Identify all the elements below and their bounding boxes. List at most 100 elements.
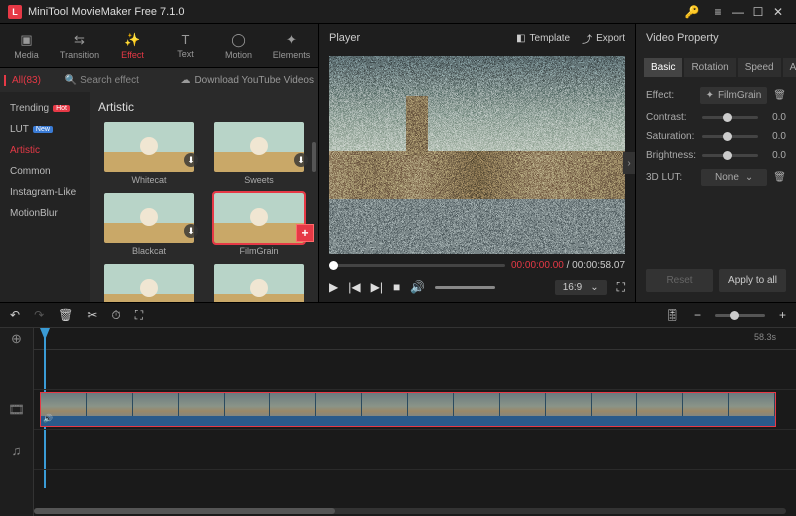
export-button[interactable]: ⤴Export [582,31,625,46]
player-header: Player ◧Template ⤴Export [319,24,635,52]
brightness-slider[interactable] [702,154,758,157]
tab-elements[interactable]: ✦Elements [265,24,318,67]
tab-speed[interactable]: Speed [738,58,781,77]
timeline-toolbar: ↶ ↷ 🗑 ✂ ⏱ ⛶ 🎚 − + [0,302,796,328]
chevron-down-icon: ⌄ [745,172,753,183]
cat-instagram[interactable]: Instagram-Like [0,182,90,203]
volume-icon[interactable]: 🔊 [410,280,425,294]
crop-button[interactable]: ⛶ [135,308,143,323]
cat-trending[interactable]: TrendingHot [0,98,90,119]
property-tabs: Basic Rotation Speed Audio [636,52,796,83]
fullscreen-button[interactable]: ⛶ [617,280,625,295]
overlay-track-icon[interactable] [0,350,33,390]
tab-basic[interactable]: Basic [644,58,682,77]
play-button[interactable]: ▶ [329,280,338,294]
audio-track[interactable] [34,430,796,470]
prev-frame-button[interactable]: |◀ [348,280,360,294]
effect-thumb[interactable]: ⬇Sweets [208,122,310,185]
cat-lut[interactable]: LUTNew [0,119,90,140]
download-icon[interactable]: ⬇ [294,153,308,167]
stop-button[interactable]: ■ [393,280,400,294]
lut-select[interactable]: None⌄ [701,169,767,186]
tab-motion[interactable]: ◯Motion [212,24,265,67]
add-icon[interactable]: + [296,224,314,242]
template-icon: ◧ [516,33,525,44]
cat-motionblur[interactable]: MotionBlur [0,203,90,224]
reset-button[interactable]: Reset [646,269,713,292]
zoom-in-button[interactable]: + [779,308,786,322]
timeline-ruler[interactable]: 58.3s [34,328,796,350]
tab-text[interactable]: TText [159,24,212,67]
zoom-out-button[interactable]: − [694,308,701,322]
aspect-select[interactable]: 16:9⌄ [555,280,607,295]
effect-thumb[interactable]: OldFilm [98,264,200,302]
all-filter[interactable]: All(83) [4,75,41,86]
apply-all-button[interactable]: Apply to all [719,269,786,292]
expand-right-icon[interactable]: › [623,152,635,174]
redo-button[interactable]: ↷ [34,308,44,322]
effect-thumb[interactable]: OldPhoto [208,264,310,302]
effect-chip[interactable]: ✦FilmGrain [700,87,768,104]
download-icon[interactable]: ⬇ [184,153,198,167]
main-toolbar: ▣Media ⇆Transition ✨Effect TText ◯Motion… [0,24,318,68]
template-button[interactable]: ◧Template [516,33,570,44]
tab-effect[interactable]: ✨Effect [106,24,159,67]
cat-artistic[interactable]: Artistic [0,140,90,161]
maximize-button[interactable]: ☐ [748,2,768,22]
video-track-icon[interactable]: 🎞 [0,390,33,430]
search-input[interactable]: 🔍 Search effect [65,75,139,86]
motion-icon: ◯ [231,32,246,48]
contrast-value: 0.0 [764,112,786,123]
undo-button[interactable]: ↶ [10,308,20,322]
gallery-scrollbar[interactable] [312,142,316,172]
tab-rotation[interactable]: Rotation [684,58,735,77]
audio-track-icon[interactable]: ♫ [0,430,33,470]
cat-common[interactable]: Common [0,161,90,182]
player-title: Player [329,32,360,44]
delete-button[interactable]: 🗑 [58,308,73,322]
clip-audio-lane [41,416,775,426]
split-button[interactable]: ✂ [87,308,97,322]
player-controls: ▶ |◀ ▶| ■ 🔊 16:9⌄ ⛶ [319,272,635,302]
transition-icon: ⇆ [74,32,85,48]
contrast-slider[interactable] [702,116,758,119]
effect-gallery: Artistic ⬇Whitecat ⬇Sweets ⬇Blackcat +Fi… [90,92,318,302]
audio-toggle-icon[interactable]: 🎚 [665,308,680,322]
zoom-slider[interactable] [715,314,765,317]
gallery-title: Artistic [98,100,310,114]
lut-label: 3D LUT: [646,172,695,183]
brightness-value: 0.0 [764,150,786,161]
overlay-track-icon[interactable]: ⊕ [0,328,33,350]
app-logo: L [8,5,22,19]
tab-media[interactable]: ▣Media [0,24,53,67]
titlebar: L MiniTool MovieMaker Free 7.1.0 🔑 ≡ — ☐… [0,0,796,24]
effect-thumb-selected[interactable]: +FilmGrain [208,193,310,256]
next-frame-button[interactable]: ▶| [371,280,383,294]
video-preview[interactable] [329,56,625,254]
upgrade-icon[interactable]: 🔑 [682,2,702,22]
seek-slider[interactable] [329,264,505,267]
effect-thumb[interactable]: ⬇Blackcat [98,193,200,256]
delete-effect-icon[interactable]: 🗑 [773,90,786,101]
speed-button[interactable]: ⏱ [111,308,120,323]
download-icon[interactable]: ⬇ [184,224,198,238]
volume-slider[interactable] [435,286,495,289]
media-icon: ▣ [20,32,32,48]
download-link[interactable]: ☁Download YouTube Videos [180,75,314,86]
overlay-track[interactable] [34,350,796,390]
minimize-button[interactable]: — [728,2,748,22]
saturation-slider[interactable] [702,135,758,138]
delete-lut-icon[interactable]: 🗑 [773,172,786,183]
video-clip[interactable] [40,392,776,427]
video-track[interactable] [34,390,796,430]
saturation-label: Saturation: [646,131,696,142]
effect-icon: ✨ [124,32,140,48]
tab-audio[interactable]: Audio [783,58,796,77]
timeline-scrollbar[interactable] [34,508,786,514]
timecode: 00:00:00.00 / 00:00:58.07 [511,260,625,271]
menu-icon[interactable]: ≡ [708,2,728,22]
tab-transition[interactable]: ⇆Transition [53,24,106,67]
cloud-icon: ☁ [180,75,190,86]
effect-thumb[interactable]: ⬇Whitecat [98,122,200,185]
close-button[interactable]: ✕ [768,2,788,22]
